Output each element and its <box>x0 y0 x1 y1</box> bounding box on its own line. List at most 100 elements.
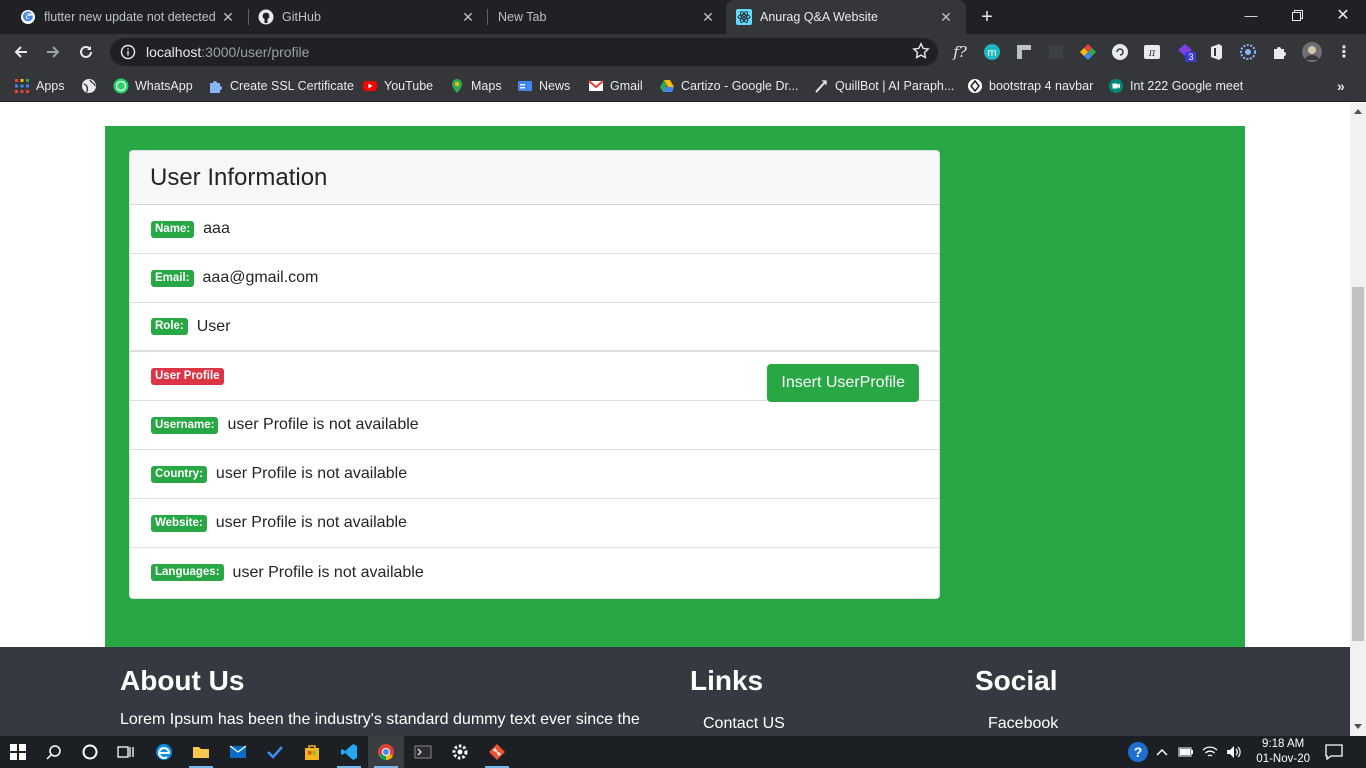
tab-strip: flutter new update not detected ✕ GitHub… <box>0 0 1366 34</box>
badge-extension-icon[interactable]: 3 <box>1176 42 1196 62</box>
bookmark-apps[interactable]: Apps <box>14 77 65 95</box>
username-badge: Username: <box>151 416 219 434</box>
volume-icon[interactable] <box>1222 736 1246 768</box>
reload-button[interactable] <box>73 39 99 65</box>
close-window-button[interactable]: ✕ <box>1320 0 1366 30</box>
cortana-icon[interactable] <box>72 736 108 768</box>
tab-new-tab[interactable]: New Tab ✕ <box>478 0 728 34</box>
search-icon[interactable] <box>36 736 72 768</box>
file-explorer-icon[interactable] <box>183 736 219 768</box>
bookmark-label: bootstrap 4 navbar <box>989 79 1094 93</box>
new-tab-button[interactable]: + <box>976 6 998 28</box>
forward-button[interactable] <box>40 39 66 65</box>
bookmark-label: Gmail <box>610 79 643 93</box>
insert-userprofile-button[interactable]: Insert UserProfile <box>767 364 919 402</box>
star-icon[interactable] <box>912 42 930 60</box>
bookmark-globe[interactable] <box>81 77 103 95</box>
scrollbar-thumb[interactable] <box>1352 287 1364 641</box>
page-scrollbar[interactable] <box>1350 103 1366 736</box>
browser-toolbar: localhost:3000/user/profile f? m π 3 ⋮ <box>0 34 1366 70</box>
chrome-icon[interactable] <box>368 736 404 768</box>
facebook-link[interactable]: Facebook <box>988 715 1058 733</box>
globe-icon <box>81 78 97 94</box>
website-row: Website: user Profile is not available <box>130 499 939 548</box>
terminal-icon[interactable] <box>405 736 441 768</box>
bookmark-bootstrap[interactable]: bootstrap 4 navbar <box>967 77 1093 95</box>
windows-start-icon[interactable] <box>0 736 36 768</box>
dark-extension-icon[interactable] <box>1046 42 1066 62</box>
bookmark-gmail[interactable]: Gmail <box>588 77 643 95</box>
bookmark-cartizo[interactable]: Cartizo - Google Dr... <box>659 77 798 95</box>
bookmark-meet[interactable]: Int 222 Google meet <box>1108 77 1243 95</box>
store-icon[interactable] <box>294 736 330 768</box>
contact-us-link[interactable]: Contact US <box>703 715 785 733</box>
react-icon <box>736 9 752 25</box>
bookmark-whatsapp[interactable]: WhatsApp <box>113 77 193 95</box>
bookmark-youtube[interactable]: YouTube <box>362 77 433 95</box>
puzzle-icon[interactable] <box>1270 42 1290 62</box>
math-extension-icon[interactable]: π <box>1142 42 1162 62</box>
languages-badge: Languages: <box>151 564 224 581</box>
wifi-icon[interactable] <box>1198 736 1222 768</box>
scroll-up-icon[interactable] <box>1354 109 1362 114</box>
bookmark-label: Int 222 Google meet <box>1130 79 1244 93</box>
bookmarks-bar: Apps WhatsApp Create SSL Certificate You… <box>0 70 1366 102</box>
chevron-up-icon[interactable] <box>1150 736 1174 768</box>
bookmark-label: WhatsApp <box>135 79 193 93</box>
vscode-icon[interactable] <box>331 736 367 768</box>
bookmark-quillbot[interactable]: QuillBot | AI Paraph... <box>813 77 954 95</box>
bookmark-ssl[interactable]: Create SSL Certificate <box>208 77 354 95</box>
todo-icon[interactable] <box>257 736 293 768</box>
settings-gear-icon[interactable] <box>442 736 478 768</box>
office-extension-icon[interactable] <box>1206 42 1226 62</box>
edge-icon[interactable] <box>146 736 182 768</box>
more-bookmarks-icon[interactable]: » <box>1337 77 1345 95</box>
system-clock[interactable]: 9:18 AM 01-Nov-20 <box>1256 737 1310 767</box>
bookmark-label: QuillBot | AI Paraph... <box>835 79 955 93</box>
site-footer: About Us Lorem Ipsum has been the indust… <box>0 647 1350 736</box>
clock-date: 01-Nov-20 <box>1256 753 1310 765</box>
close-icon[interactable]: ✕ <box>938 9 954 25</box>
user-information-card: User Information Name: aaa Email: aaa@gm… <box>129 150 940 599</box>
email-value: aaa@gmail.com <box>202 269 319 286</box>
menu-dots-icon[interactable]: ⋮ <box>1334 42 1354 62</box>
github-icon <box>258 9 274 25</box>
email-badge: Email: <box>151 269 194 287</box>
scroll-down-icon[interactable] <box>1354 724 1362 729</box>
minimize-button[interactable]: — <box>1228 0 1274 30</box>
address-bar[interactable]: localhost:3000/user/profile <box>110 38 938 66</box>
mail-icon[interactable] <box>220 736 256 768</box>
notifications-icon[interactable] <box>1316 736 1352 768</box>
restore-button[interactable] <box>1274 0 1320 30</box>
avatar[interactable] <box>1302 42 1322 62</box>
task-view-icon[interactable] <box>108 736 144 768</box>
m-extension-icon[interactable]: m <box>982 42 1002 62</box>
color-picker-icon[interactable] <box>1078 42 1098 62</box>
tab-anurag-qa[interactable]: Anurag Q&A Website ✕ <box>726 0 966 34</box>
arrow-left-icon <box>14 46 27 58</box>
gear-extension-icon[interactable] <box>1238 42 1258 62</box>
country-row: Country: user Profile is not available <box>130 450 939 499</box>
back-button[interactable] <box>8 39 34 65</box>
refresh-extension-icon[interactable] <box>1110 42 1130 62</box>
role-value: User <box>196 317 231 335</box>
flag-extension-icon[interactable] <box>1014 42 1034 62</box>
svg-text:3: 3 <box>1188 52 1193 62</box>
restore-icon <box>1291 9 1303 21</box>
git-icon[interactable] <box>479 736 515 768</box>
bookmark-label: YouTube <box>384 79 434 93</box>
meet-icon <box>1108 78 1124 94</box>
bookmark-maps[interactable]: Maps <box>449 77 502 95</box>
close-icon[interactable]: ✕ <box>460 9 476 25</box>
close-icon[interactable]: ✕ <box>220 9 236 25</box>
tab-github[interactable]: GitHub ✕ <box>238 0 488 34</box>
about-us-text: Lorem Ipsum has been the industry's stan… <box>120 711 640 728</box>
bootstrap-icon <box>967 78 983 94</box>
formula-extension-icon[interactable]: f? <box>950 42 970 62</box>
bookmark-news[interactable]: News <box>517 77 570 95</box>
info-icon[interactable] <box>120 44 136 60</box>
tab-flutter[interactable]: flutter new update not detected ✕ <box>0 0 248 34</box>
battery-icon[interactable] <box>1174 736 1198 768</box>
close-icon[interactable]: ✕ <box>700 9 716 25</box>
news-icon <box>517 78 533 94</box>
